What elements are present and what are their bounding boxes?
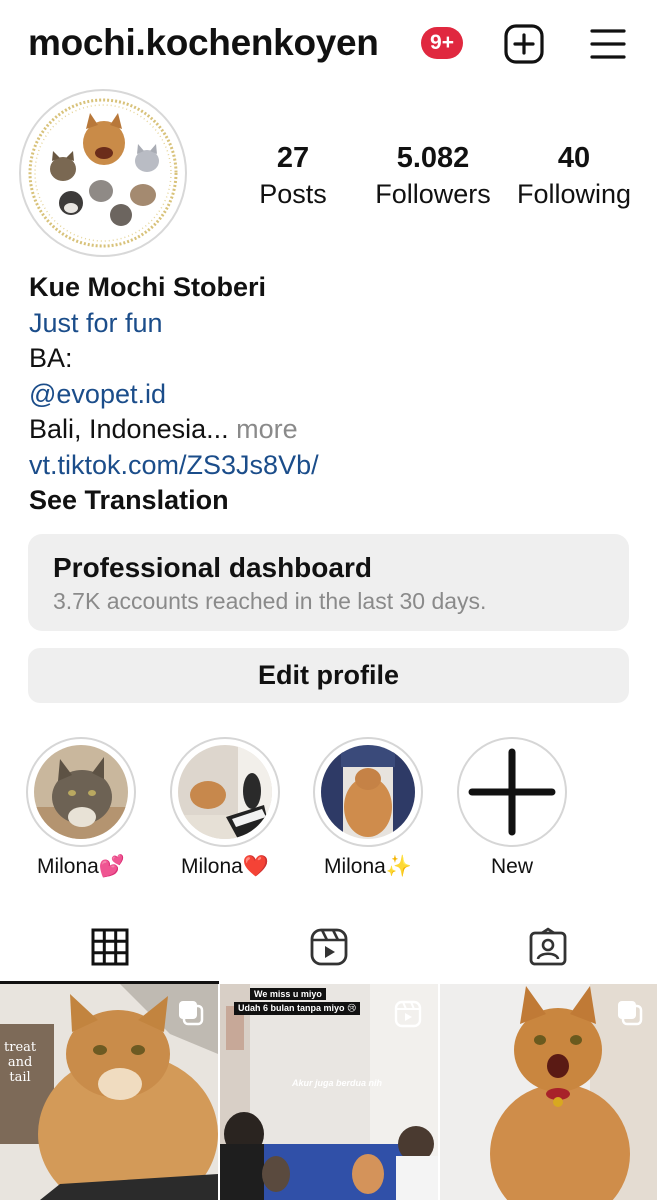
profile-category: Just for fun (29, 307, 163, 338)
tab-grid[interactable] (0, 912, 219, 982)
post-thumbnail[interactable] (440, 984, 657, 1200)
profile-avatar[interactable] (19, 89, 187, 257)
notification-badge[interactable]: 9+ (421, 27, 463, 59)
new-highlight-button[interactable]: New (457, 737, 567, 879)
cats-collage-image (28, 98, 178, 248)
post-overlay-text: treat and tail (4, 1040, 37, 1085)
reel-caption-sub: Udah 6 bulan tanpa miyo 😢 (234, 1002, 361, 1015)
following-count-label: Following (516, 179, 632, 209)
profile-header: mochi.kochenkoyen 9+ (0, 0, 657, 90)
plus-square-icon (504, 24, 544, 64)
professional-dashboard-card[interactable]: Professional dashboard 3.7K accounts rea… (28, 534, 629, 631)
tagged-icon (529, 927, 566, 966)
posts-count-label: Posts (259, 179, 327, 209)
create-post-button[interactable] (502, 22, 546, 66)
post-thumbnail[interactable]: treat and tail (0, 984, 218, 1200)
plus-icon (465, 745, 559, 839)
followers-count-value: 5.082 (396, 142, 470, 174)
following-count-value: 40 (557, 142, 591, 174)
highlight-label: New (490, 855, 533, 878)
bio-line: BA: (29, 343, 73, 373)
highlight-label: Milona✨ (323, 855, 412, 878)
story-highlight[interactable]: Milona💕 (26, 737, 136, 879)
highlight-cover-image (34, 745, 128, 839)
grid-icon (91, 928, 128, 966)
highlight-cover-image (321, 745, 415, 839)
multiple-photos-icon (615, 998, 643, 1026)
reels-icon (310, 928, 347, 966)
post-thumbnail[interactable]: We miss u miyo Udah 6 bulan tanpa miyo 😢… (220, 984, 438, 1200)
menu-button[interactable] (586, 22, 630, 66)
story-highlight[interactable]: Milona❤️ (170, 737, 280, 879)
mention-link[interactable]: @evopet.id (29, 377, 319, 413)
following-count[interactable]: 40 Following (513, 140, 635, 212)
highlight-ring (457, 737, 567, 847)
reel-caption-top: We miss u miyo (250, 988, 326, 1000)
posts-count[interactable]: 27 Posts (257, 140, 329, 212)
reel-caption-mid: Akur juga berdua nih (292, 1078, 383, 1088)
bio-location: Bali, Indonesia... (29, 414, 229, 444)
followers-count-label: Followers (375, 179, 491, 209)
highlight-label: Milona💕 (36, 855, 125, 878)
highlight-label: Milona❤️ (180, 855, 269, 878)
hamburger-menu-icon (590, 29, 626, 59)
highlight-ring (26, 737, 136, 847)
posts-count-value: 27 (276, 142, 310, 174)
username-switcher[interactable]: mochi.kochenkoyen (28, 22, 379, 64)
highlight-ring (313, 737, 423, 847)
multiple-photos-icon (176, 998, 204, 1026)
profile-tabs (0, 912, 657, 984)
display-name: Kue Mochi Stoberi (29, 272, 267, 302)
see-translation-link[interactable]: See Translation (29, 483, 319, 519)
highlight-cover-image (178, 745, 272, 839)
tab-reels[interactable] (219, 912, 438, 982)
profile-bio: Kue Mochi Stoberi Just for fun BA: @evop… (29, 270, 319, 519)
bio-location-line: Bali, Indonesia... more (29, 412, 319, 448)
followers-count[interactable]: 5.082 Followers (372, 140, 494, 212)
story-highlight[interactable]: Milona✨ (313, 737, 423, 879)
edit-profile-button[interactable]: Edit profile (28, 648, 629, 703)
reel-icon (394, 1000, 422, 1028)
dashboard-subtitle: 3.7K accounts reached in the last 30 day… (53, 588, 487, 614)
dashboard-title: Professional dashboard (53, 552, 372, 583)
tab-tagged[interactable] (438, 912, 657, 982)
bio-more-link[interactable]: more (229, 414, 298, 444)
highlight-ring (170, 737, 280, 847)
external-link[interactable]: vt.tiktok.com/ZS3Js8Vb/ (29, 448, 319, 484)
